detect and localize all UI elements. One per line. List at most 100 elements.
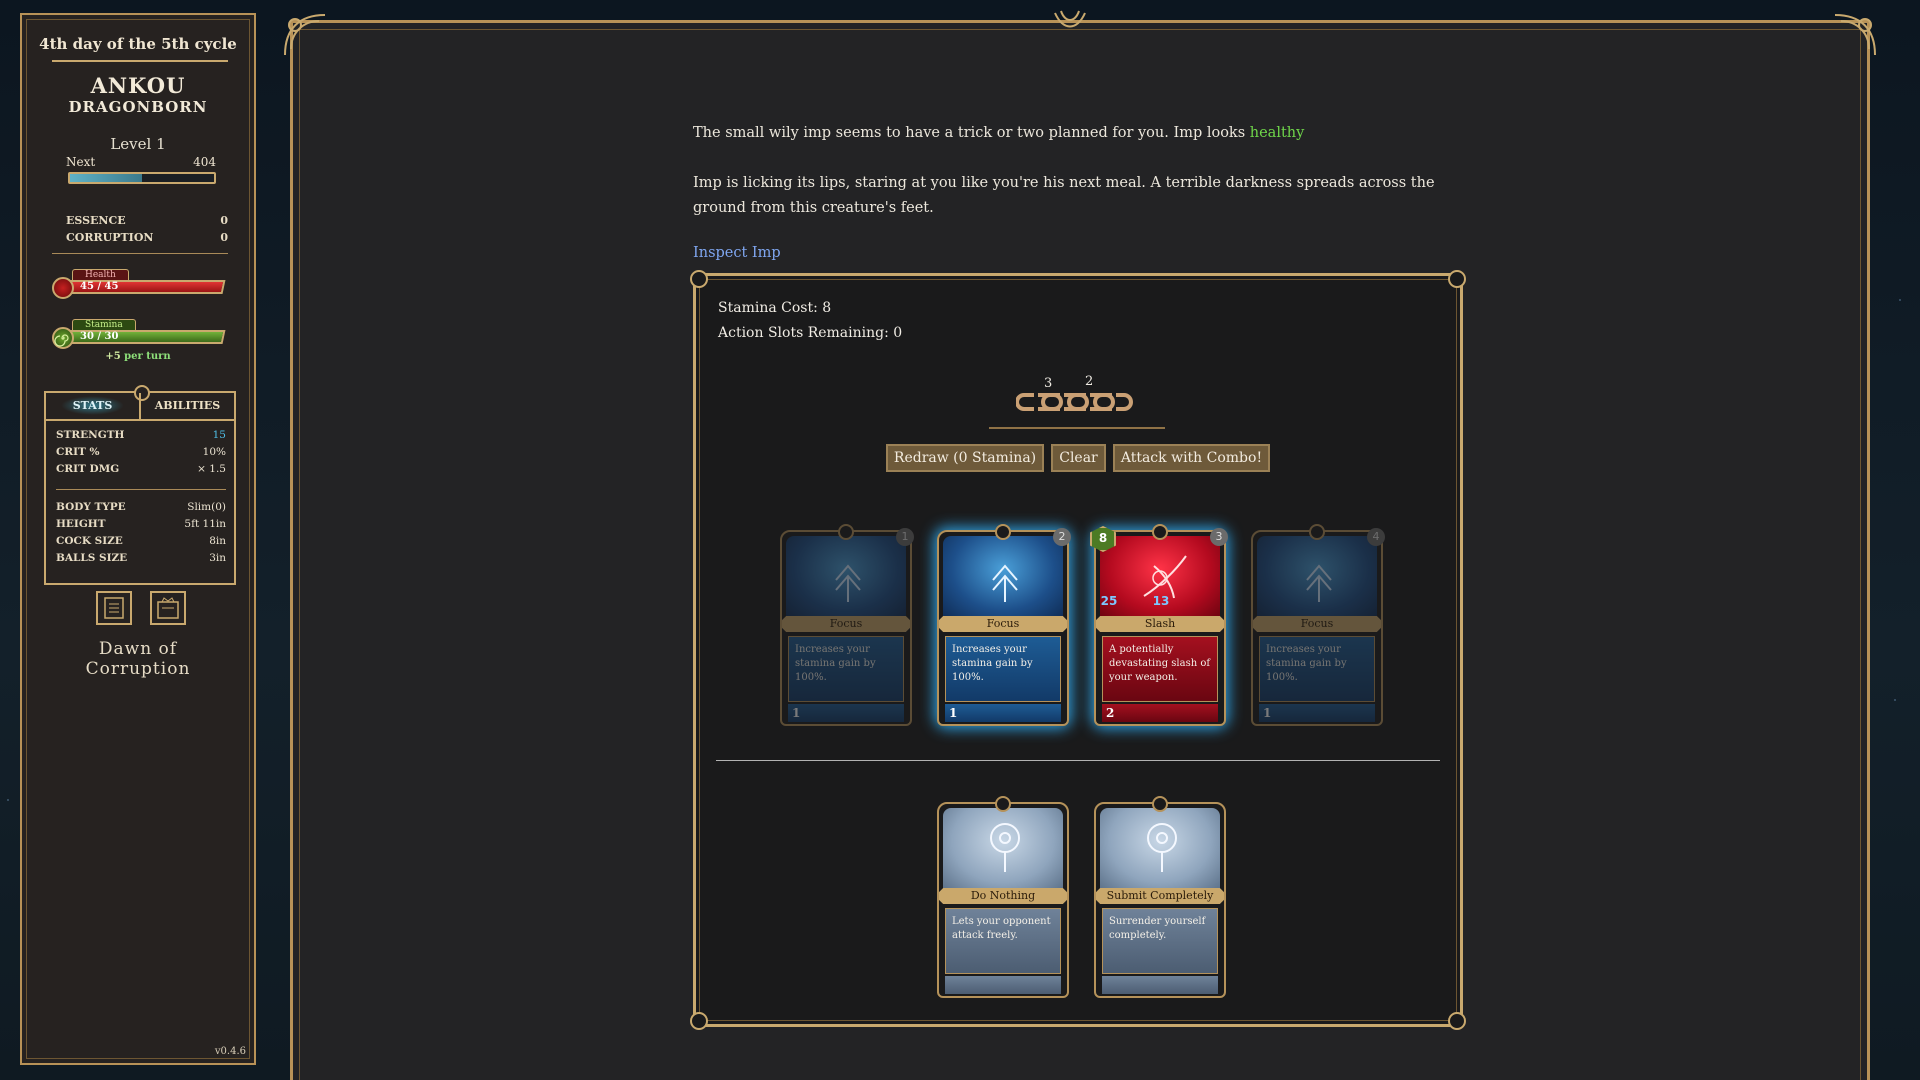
stat-value: × 1.5 [197, 463, 226, 475]
card-description: A potentially devastating slash of your … [1102, 636, 1218, 702]
hand-card-focus[interactable]: Focus Increases your stamina gain by 100… [1251, 524, 1385, 726]
hand-divider [716, 760, 1440, 761]
chevron-up-icon [835, 564, 861, 602]
stats-panel: STATS ABILITIES STRENGTH 15 CRIT % 10% C… [44, 385, 236, 585]
journal-button[interactable] [96, 591, 132, 625]
card-secondary-stat: 13 [1152, 594, 1170, 608]
card-footer [945, 976, 1061, 994]
panel-corner [690, 1012, 708, 1030]
card-art [1257, 536, 1377, 618]
card-title: Submit Completely [1096, 888, 1224, 904]
encounter-description: The small wily imp seems to have a trick… [693, 121, 1453, 146]
tab-stats[interactable]: STATS [46, 393, 139, 419]
body-row-type: BODY TYPE Slim(0) [56, 501, 226, 513]
body-value: 3in [209, 552, 226, 564]
stat-row-crit-damage: CRIT DMG × 1.5 [56, 463, 226, 475]
body-row-balls: BALLS SIZE 3in [56, 552, 226, 564]
character-level: Level 1 [110, 135, 166, 153]
hand-card-slash-selected[interactable]: 25 13 Slash A potentially devastating sl… [1090, 524, 1228, 726]
inventory-button[interactable] [150, 591, 186, 625]
card-frame: Do Nothing Lets your opponent attack fre… [937, 802, 1069, 998]
xp-bar-fill [70, 174, 142, 182]
card-title: Slash [1096, 616, 1224, 632]
card-art [1100, 808, 1220, 890]
card-description: Surrender yourself completely. [1102, 908, 1218, 974]
card-description: Lets your opponent attack freely. [945, 908, 1061, 974]
combat-panel: Stamina Cost: 8 Action Slots Remaining: … [690, 270, 1466, 1030]
body-value: Slim(0) [187, 501, 226, 513]
stat-value: 15 [212, 429, 226, 441]
tab-abilities[interactable]: ABILITIES [141, 393, 234, 419]
clear-button[interactable]: Clear [1051, 444, 1106, 472]
game-logo: Dawn of Corruption [22, 639, 254, 679]
stats-divider [56, 489, 226, 490]
hand-card-focus-selected[interactable]: Focus Increases your stamina gain by 100… [937, 524, 1071, 726]
corruption-label: CORRUPTION [66, 231, 154, 244]
stamina-regen-amount: +5 [105, 351, 121, 362]
special-card-do-nothing[interactable]: Do Nothing Lets your opponent attack fre… [937, 796, 1069, 998]
card-art [943, 808, 1063, 890]
card-knob [1152, 524, 1168, 540]
encounter-text-main: The small wily imp seems to have a trick… [693, 125, 1250, 141]
essence-label: ESSENCE [66, 214, 126, 227]
attack-combo-button[interactable]: Attack with Combo! [1112, 444, 1271, 472]
tab-stats-label: STATS [60, 396, 125, 415]
stat-row-crit-chance: CRIT % 10% [56, 446, 226, 458]
xp-bar [68, 172, 216, 184]
card-knob [838, 524, 854, 540]
health-gauge: Health 45 / 45 [52, 269, 228, 299]
inventory-icon [157, 597, 179, 619]
character-race: DRAGONBORN [68, 98, 208, 116]
card-frame: Submit Completely Surrender yourself com… [1094, 802, 1226, 998]
card-order-badge: 1 [896, 528, 914, 546]
card-knob [995, 796, 1011, 812]
essence-row: ESSENCE 0 [66, 214, 228, 227]
action-slots: Action Slots Remaining: 0 [718, 325, 903, 341]
health-value: 45 / 45 [80, 281, 119, 292]
day-divider [52, 60, 228, 62]
essence-value: 0 [220, 214, 228, 227]
card-cost: 2 [1106, 706, 1115, 720]
health-orb-icon [52, 277, 74, 299]
inspect-enemy-link[interactable]: Inspect Imp [693, 245, 781, 261]
body-label: COCK SIZE [56, 535, 123, 547]
card-cost: 1 [792, 706, 801, 720]
card-description: Increases your stamina gain by 100%. [788, 636, 904, 702]
stamina-gauge: Stamina 30 / 30 [52, 319, 228, 349]
body-row-cock: COCK SIZE 8in [56, 535, 226, 547]
redraw-button[interactable]: Redraw (0 Stamina) [885, 444, 1045, 472]
journal-icon [104, 597, 124, 619]
xp-next-value: 404 [193, 155, 216, 169]
character-name: ANKOU [90, 73, 186, 98]
card-order-badge: 2 [1053, 528, 1071, 546]
top-knot-ornament-icon [1054, 10, 1086, 28]
body-label: BALLS SIZE [56, 552, 128, 564]
stamina-regen: +5 per turn [22, 351, 254, 362]
body-value: 5ft 11in [184, 518, 226, 530]
card-title: Do Nothing [939, 888, 1067, 904]
card-knob [1152, 796, 1168, 812]
resource-divider [52, 253, 228, 254]
logo-line-1: Dawn of [98, 639, 178, 659]
card-frame: Focus Increases your stamina gain by 100… [1251, 530, 1383, 726]
card-title: Focus [782, 616, 910, 632]
card-order-badge: 4 [1367, 528, 1385, 546]
panel-corner [1448, 270, 1466, 288]
day-counter: 4th day of the 5th cycle [39, 35, 237, 53]
chain-links-icon [1016, 393, 1133, 411]
stamina-cost: Stamina Cost: 8 [718, 300, 832, 316]
card-footer: 2 [1102, 704, 1218, 722]
hand-card-focus[interactable]: Focus Increases your stamina gain by 100… [780, 524, 914, 726]
card-frame: Focus Increases your stamina gain by 100… [780, 530, 912, 726]
target-icon [1147, 823, 1177, 872]
card-description: Increases your stamina gain by 100%. [1259, 636, 1375, 702]
card-title: Focus [1253, 616, 1381, 632]
stat-label: CRIT % [56, 446, 100, 458]
special-card-submit[interactable]: Submit Completely Surrender yourself com… [1094, 796, 1226, 998]
corner-ornament-icon [1834, 14, 1876, 56]
logo-line-2: Corruption [85, 659, 191, 679]
card-frame: 25 13 Slash A potentially devastating sl… [1094, 530, 1226, 726]
card-order-badge: 3 [1210, 528, 1228, 546]
panel-corner [1448, 1012, 1466, 1030]
corner-ornament-icon [284, 14, 326, 56]
